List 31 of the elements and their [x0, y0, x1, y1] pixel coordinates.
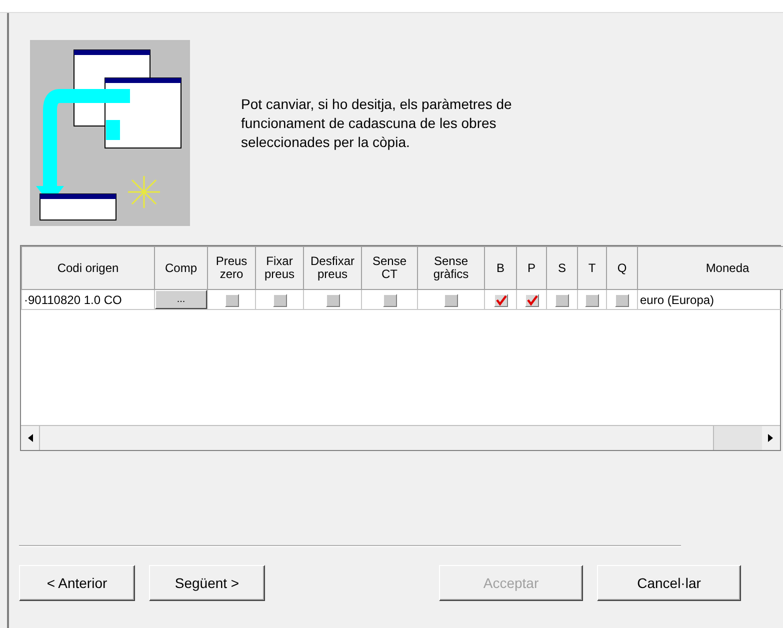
checkbox[interactable]	[444, 294, 458, 307]
dialog-button[interactable]: < Anterior	[19, 565, 135, 601]
column-header[interactable]: B	[484, 246, 516, 290]
column-header[interactable]: Q	[606, 246, 638, 290]
column-header[interactable]: S	[546, 246, 578, 290]
scrollbar-thumb[interactable]	[713, 426, 762, 450]
column-header[interactable]: Desfixar preus	[304, 246, 362, 290]
checkbox[interactable]	[555, 294, 569, 307]
browse-button[interactable]: ...	[155, 290, 207, 309]
table-cell: ·90110820 1.0 CO	[22, 290, 154, 310]
horizontal-scrollbar[interactable]	[21, 425, 780, 450]
checkbox[interactable]	[382, 294, 396, 307]
dialog-button[interactable]: Següent >	[149, 565, 265, 601]
column-header[interactable]: Preus zero	[208, 246, 256, 290]
column-header[interactable]: Sense gràfics	[418, 246, 484, 290]
column-header[interactable]: Codi origen	[22, 246, 154, 290]
column-header[interactable]: Comp	[154, 246, 208, 290]
instruction-text: Pot canviar, si ho desitja, els paràmetres de funcionament de cadascuna de les obres seleccionades per la còpia.	[241, 95, 513, 152]
checkbox[interactable]	[585, 294, 599, 307]
checkbox[interactable]	[224, 294, 238, 307]
column-header[interactable]: Moneda	[638, 246, 783, 290]
column-header[interactable]: P	[516, 246, 546, 290]
checkbox[interactable]	[494, 294, 508, 307]
checkbox[interactable]	[524, 294, 538, 307]
checkbox[interactable]	[615, 294, 629, 307]
column-header[interactable]: Fixar preus	[256, 246, 304, 290]
dialog-button[interactable]: Cancel·lar	[597, 565, 741, 601]
checkbox[interactable]	[272, 294, 286, 307]
checkbox[interactable]	[326, 294, 340, 307]
column-header[interactable]: Sense CT	[362, 246, 418, 290]
column-header[interactable]: T	[578, 246, 606, 290]
